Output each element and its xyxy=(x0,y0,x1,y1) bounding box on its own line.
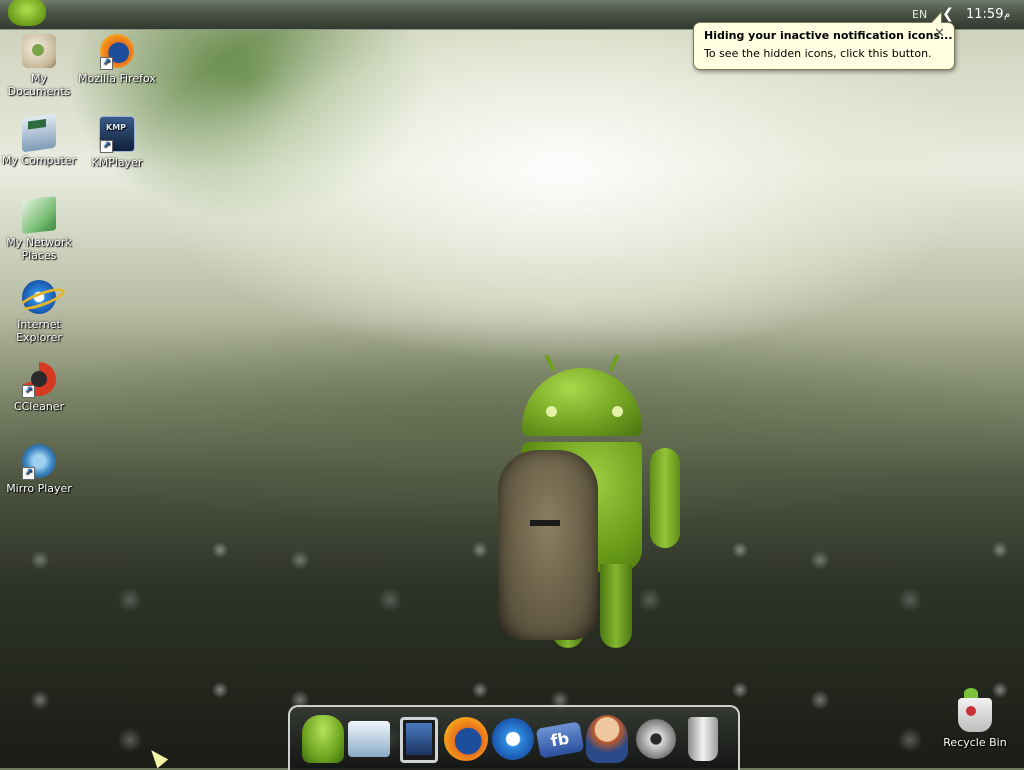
clock[interactable]: 11:59 xyxy=(966,7,1003,22)
desktop-icon-kmplayer[interactable]: ↗ KMPlayer xyxy=(78,116,156,169)
desktop-icon-label: Recycle Bin xyxy=(943,736,1007,749)
desktop-icon-my-documents[interactable]: My Documents xyxy=(0,34,78,98)
desktop-icon-my-computer[interactable]: My Computer xyxy=(0,113,78,167)
firefox-icon: ↗ xyxy=(100,34,134,70)
backpack xyxy=(498,450,598,640)
computer-icon xyxy=(22,113,56,153)
trash-icon[interactable] xyxy=(688,717,718,761)
desktop-icon-mozilla-firefox[interactable]: ↗ Mozilla Firefox xyxy=(78,34,156,85)
internet-explorer-icon[interactable] xyxy=(492,718,534,760)
desktop-icon-internet-explorer[interactable]: Internet Explorer xyxy=(0,280,78,344)
desktop-icon-label: CCleaner xyxy=(13,400,65,413)
desktop-icon-label: KMPlayer xyxy=(91,156,143,169)
desktop-icon-label: My Documents xyxy=(7,72,71,98)
android-figure xyxy=(496,352,686,672)
balloon-text: To see the hidden icons, click this butt… xyxy=(704,47,932,60)
facebook-icon[interactable]: fb xyxy=(535,721,585,759)
desktop-icon-label: Mozilla Firefox xyxy=(78,72,156,85)
documents-icon xyxy=(22,34,56,68)
mirro-player-icon: ↗ xyxy=(22,444,56,480)
balloon-close-icon[interactable]: ✕ xyxy=(934,26,945,41)
desktop-icon-my-network-places[interactable]: My Network Places xyxy=(0,196,78,262)
dock-bar: fb xyxy=(288,705,740,770)
desktop-icon-label: Mirro Player xyxy=(6,482,72,495)
start-orb-android-icon[interactable] xyxy=(8,0,46,26)
tablet-icon[interactable] xyxy=(400,717,438,763)
clock-period: م xyxy=(1004,9,1011,20)
balloon-title: Hiding your inactive notification icons.… xyxy=(704,29,953,42)
desktop-icon-ccleaner[interactable]: ↗ CCleaner xyxy=(0,362,78,413)
android-icon[interactable] xyxy=(302,715,344,763)
network-places-icon xyxy=(22,196,56,234)
ccleaner-icon: ↗ xyxy=(22,362,56,398)
desktop-icon-mirro-player[interactable]: ↗ Mirro Player xyxy=(0,444,78,495)
notification-balloon[interactable]: Hiding your inactive notification icons.… xyxy=(693,11,955,70)
desktop-icon-recycle-bin[interactable]: Recycle Bin xyxy=(936,688,1014,749)
recycle-bin-icon xyxy=(958,688,992,732)
desktop-icon-label: My Network Places xyxy=(6,236,72,262)
desktop-icon-label: My Computer xyxy=(1,154,77,167)
desktop-icon-label: Internet Explorer xyxy=(16,318,62,344)
show-hidden-icons-button[interactable]: ❮ xyxy=(940,6,956,22)
internet-explorer-icon xyxy=(22,280,56,314)
support-icon[interactable] xyxy=(586,715,628,763)
language-indicator[interactable]: EN xyxy=(912,8,927,21)
settings-icon[interactable] xyxy=(636,719,676,759)
network-icon[interactable] xyxy=(348,721,390,757)
kmplayer-icon: ↗ xyxy=(99,116,135,153)
firefox-icon[interactable] xyxy=(444,717,488,761)
